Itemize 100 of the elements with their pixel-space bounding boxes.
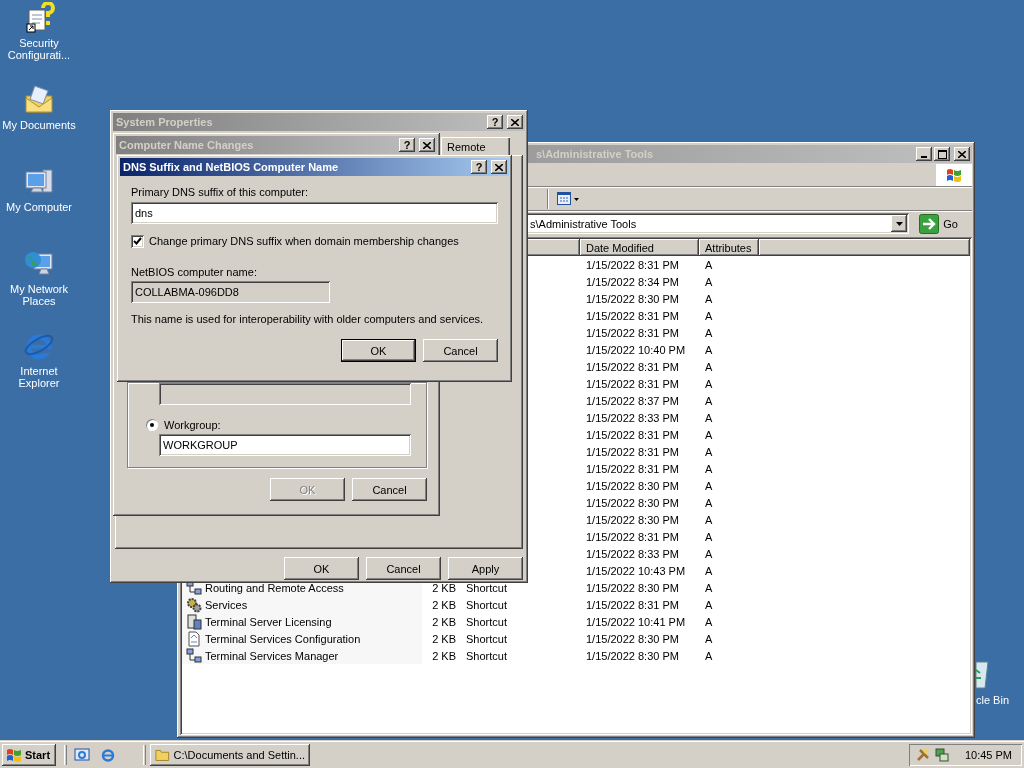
file-attributes: A	[704, 326, 714, 339]
network-icon	[186, 647, 202, 664]
date-modified: 1/15/2022 8:30 PM	[585, 632, 680, 645]
date-modified: 1/15/2022 8:33 PM	[585, 547, 680, 560]
file-name[interactable]: Services	[205, 598, 248, 611]
file-attributes: A	[704, 496, 714, 509]
date-modified: 1/15/2022 8:34 PM	[585, 275, 680, 288]
date-modified: 1/15/2022 8:31 PM	[585, 258, 680, 271]
network-icon[interactable]	[933, 747, 950, 763]
file-type: Shortcut	[465, 632, 508, 645]
file-attributes: A	[704, 649, 714, 662]
file-attributes: A	[704, 530, 714, 543]
close-icon	[958, 150, 966, 158]
date-modified: 1/15/2022 8:33 PM	[585, 411, 680, 424]
date-modified: 1/15/2022 8:30 PM	[585, 513, 680, 526]
date-modified: 1/15/2022 8:31 PM	[585, 326, 680, 339]
file-attributes: A	[704, 479, 714, 492]
column-header[interactable]: Date Modified	[580, 239, 699, 256]
date-modified: 1/15/2022 10:41 PM	[585, 615, 687, 628]
taskbar-button[interactable]: C:\Documents and Settin...	[150, 744, 310, 766]
info-text: This name is used for interoperability with older computers and services.	[131, 313, 485, 325]
date-modified: 1/15/2022 8:30 PM	[585, 649, 680, 662]
maximize-icon	[937, 149, 947, 159]
file-attributes: A	[704, 292, 714, 305]
dns-suffix-field[interactable]: dns	[131, 202, 498, 224]
file-attributes: A	[704, 598, 714, 611]
file-size: 2 KB	[431, 598, 456, 611]
desktop-icon	[74, 747, 90, 763]
file-attributes: A	[704, 343, 714, 356]
checkbox-label[interactable]: Change primary DNS suffix when domain membership changes	[149, 235, 459, 247]
close-icon	[511, 118, 519, 126]
dialog-button[interactable]: OK	[284, 557, 359, 580]
file-attributes: A	[704, 547, 714, 560]
icon-label[interactable]: Security Configurati...	[1, 37, 77, 61]
help-button[interactable]: ?	[471, 160, 487, 174]
help-button[interactable]: ?	[487, 115, 503, 129]
help-button[interactable]: ?	[399, 138, 415, 152]
file-attributes: A	[704, 513, 714, 526]
minimize-button[interactable]	[916, 147, 932, 161]
date-modified: 1/15/2022 8:30 PM	[585, 496, 680, 509]
field-label: NetBIOS computer name:	[131, 266, 258, 278]
date-modified: 1/15/2022 8:31 PM	[585, 360, 680, 373]
start-button[interactable]: Start	[2, 744, 56, 766]
column-header[interactable]: Attributes	[699, 239, 759, 256]
windows-logo-icon	[946, 167, 962, 182]
file-size: 2 KB	[431, 581, 456, 594]
icon-label[interactable]: Internet Explorer	[1, 365, 77, 389]
browser-icon	[100, 747, 116, 763]
dialog-button[interactable]: Cancel	[366, 557, 441, 580]
views-icon[interactable]	[557, 191, 579, 206]
address-field[interactable]: s\Administrative Tools	[526, 213, 910, 234]
close-button[interactable]	[419, 138, 435, 152]
file-attributes: A	[704, 275, 714, 288]
file-size: 2 KB	[431, 632, 456, 645]
file-type: Shortcut	[465, 598, 508, 611]
file-attributes: A	[704, 445, 714, 458]
date-modified: 1/15/2022 8:30 PM	[585, 581, 680, 594]
file-attributes: A	[704, 564, 714, 577]
tab[interactable]: Remote	[441, 137, 510, 155]
icon-label[interactable]: cle Bin	[976, 694, 1010, 706]
date-modified: 1/15/2022 10:40 PM	[585, 343, 687, 356]
dialog-button[interactable]: OK	[341, 339, 416, 362]
file-type: Shortcut	[465, 649, 508, 662]
close-button[interactable]	[954, 147, 970, 161]
file-attributes: A	[704, 462, 714, 475]
close-icon	[495, 163, 503, 171]
dialog-button[interactable]: Apply	[448, 557, 523, 580]
radio-label[interactable]: Workgroup:	[164, 419, 221, 431]
file-size: 2 KB	[431, 615, 456, 628]
date-modified: 1/15/2022 8:31 PM	[585, 377, 680, 390]
file-type: Shortcut	[465, 581, 508, 594]
file-attributes: A	[704, 428, 714, 441]
dropdown-button[interactable]	[891, 215, 908, 232]
gear-icon	[186, 596, 202, 613]
file-type: Shortcut	[465, 615, 508, 628]
close-icon	[423, 141, 431, 149]
icon-label[interactable]: My Documents	[1, 119, 77, 131]
icon-label[interactable]: My Network Places	[1, 283, 77, 307]
radio-button[interactable]	[146, 419, 158, 431]
file-attributes: A	[704, 377, 714, 390]
folder-icon	[23, 84, 55, 116]
workgroup-field[interactable]: WORKGROUP	[159, 434, 411, 456]
icon-label[interactable]: My Computer	[1, 201, 77, 213]
maximize-button[interactable]	[934, 147, 950, 161]
go-button[interactable]: Go	[915, 212, 962, 235]
dialog-button[interactable]: Cancel	[352, 478, 427, 501]
field-label: Primary DNS suffix of this computer:	[131, 186, 310, 198]
file-attributes: A	[704, 632, 714, 645]
checkbox[interactable]	[131, 234, 144, 248]
close-button[interactable]	[491, 160, 507, 174]
date-modified: 1/15/2022 8:31 PM	[585, 462, 680, 475]
close-button[interactable]	[507, 115, 523, 129]
windows-logo-icon	[6, 748, 22, 762]
date-modified: 1/15/2022 8:31 PM	[585, 530, 680, 543]
file-attributes: A	[704, 411, 714, 424]
dialog-button[interactable]: Cancel	[423, 339, 498, 362]
document-icon	[23, 2, 55, 34]
server-icon	[186, 613, 202, 630]
file-attributes: A	[704, 360, 714, 373]
date-modified: 1/15/2022 8:30 PM	[585, 292, 680, 305]
